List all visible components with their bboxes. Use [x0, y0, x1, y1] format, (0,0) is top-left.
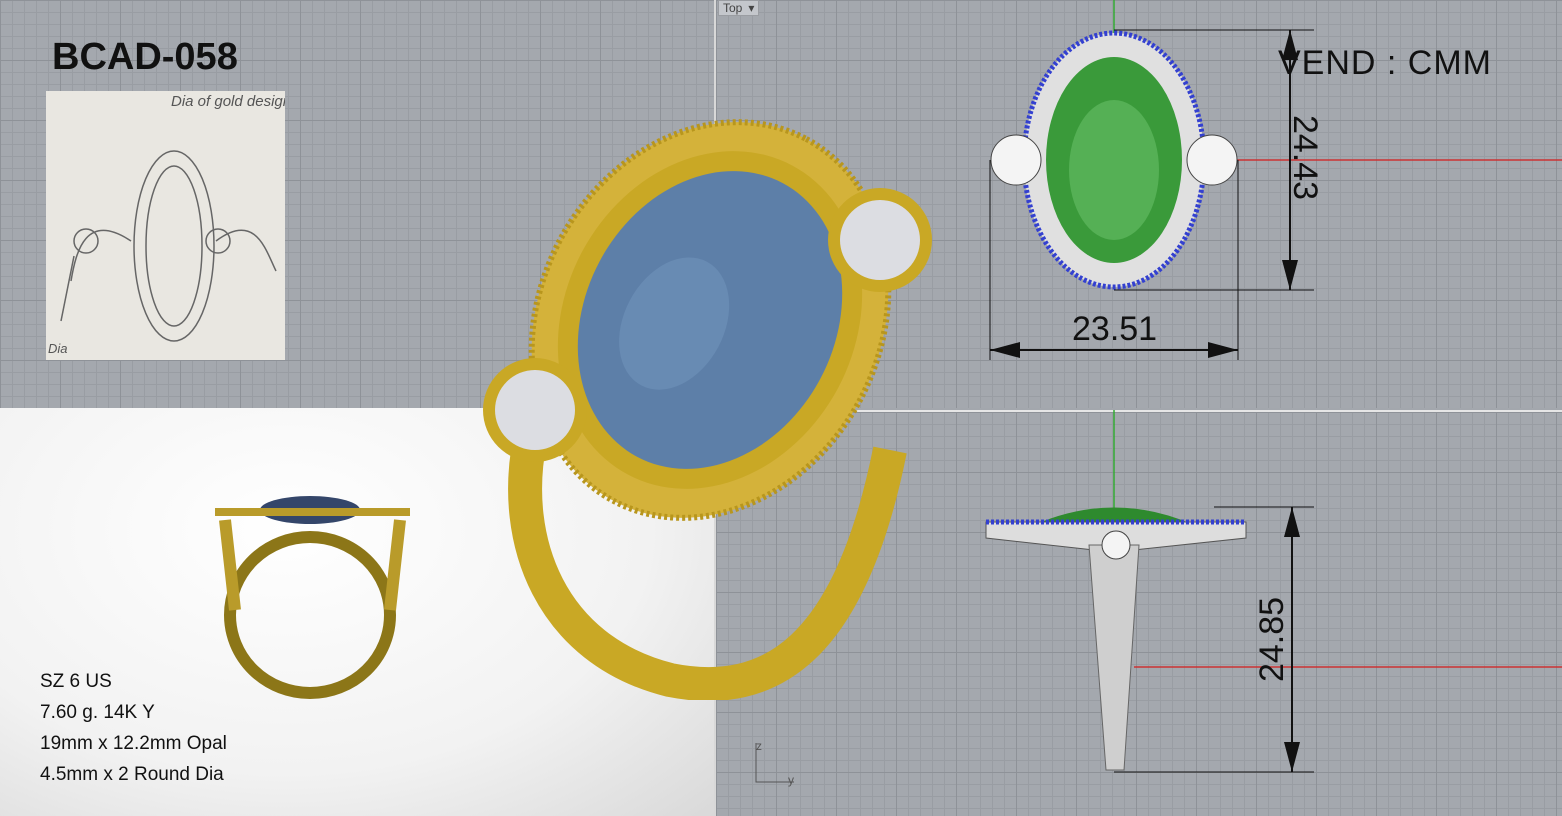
spec-diamonds: 4.5mm x 2 Round Dia	[40, 764, 224, 785]
spec-stone: 19mm x 12.2mm Opal	[40, 733, 227, 754]
specs-list: SZ 6 US 7.60 g. 14K Y 19mm x 12.2mm Opal…	[40, 666, 227, 790]
spec-size: SZ 6 US	[40, 671, 112, 692]
dim-top-width: 23.51	[1072, 310, 1158, 348]
sketch-note-dia: Dia	[48, 341, 68, 356]
axis-y-label: y	[788, 773, 794, 787]
ring-front-render	[215, 496, 410, 699]
design-code: BCAD-058	[52, 36, 238, 78]
dim-top-height: 24.43	[1286, 114, 1325, 201]
axis-z-label: z	[756, 739, 762, 753]
sketch-note: Dia of gold design	[171, 93, 285, 110]
dim-side-height: 24.85	[1253, 596, 1292, 683]
side-view-drawing: z y	[755, 410, 1562, 787]
spec-weight: 7.60 g. 14K Y	[40, 702, 155, 723]
sketch-image: Dia of gold design Dia	[46, 91, 285, 360]
